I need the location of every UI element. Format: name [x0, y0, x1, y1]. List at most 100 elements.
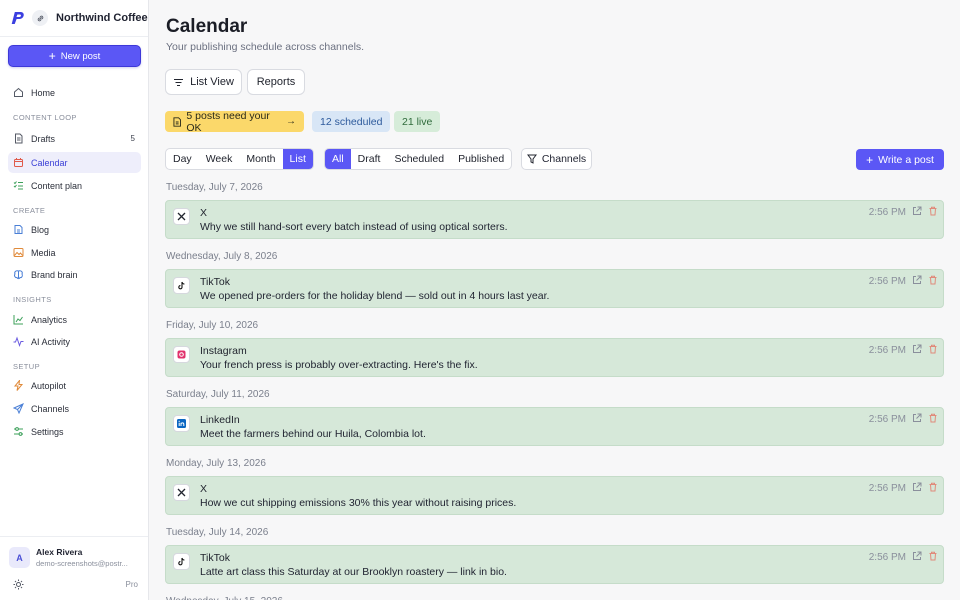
- sidebar-item-label: Home: [31, 87, 56, 98]
- sidebar-item-label: Channels: [31, 403, 70, 414]
- image-icon: [13, 247, 24, 258]
- user-name: Alex Rivera: [36, 547, 83, 557]
- sun-icon[interactable]: [13, 579, 24, 590]
- analytics-icon: [13, 314, 24, 325]
- post-time: 2:56 PM: [868, 414, 906, 425]
- write-post-button[interactable]: + Write a post: [856, 149, 944, 170]
- sidebar-item-home[interactable]: Home: [8, 82, 141, 103]
- post-text: Latte art class this Saturday at our Bro…: [200, 566, 507, 578]
- new-post-button[interactable]: + New post: [8, 45, 141, 67]
- document-icon: [173, 116, 181, 127]
- sidebar-item-channels[interactable]: Channels: [8, 398, 141, 419]
- plan-badge: Pro: [125, 580, 138, 589]
- external-link-icon[interactable]: [912, 275, 922, 285]
- plus-icon: +: [866, 152, 874, 167]
- status-scheduled[interactable]: Scheduled: [387, 149, 451, 169]
- sidebar-item-settings[interactable]: Settings: [8, 421, 141, 442]
- main-content: Calendar Your publishing schedule across…: [150, 0, 960, 600]
- brain-icon: [13, 269, 24, 280]
- sidebar-item-label: Content plan: [31, 180, 83, 191]
- section-content-loop: CONTENT LOOP: [13, 113, 77, 122]
- sidebar-item-brand-brain[interactable]: Brand brain: [8, 264, 141, 285]
- sidebar-item-calendar[interactable]: Calendar: [8, 152, 141, 173]
- channels-filter-button[interactable]: Channels: [521, 148, 592, 170]
- sidebar-item-blog[interactable]: Blog: [8, 219, 141, 240]
- list-view-button[interactable]: List View: [165, 69, 242, 95]
- view-week[interactable]: Week: [199, 149, 240, 169]
- sidebar-item-label: Blog: [31, 224, 50, 235]
- sidebar-item-media[interactable]: Media: [8, 242, 141, 263]
- sidebar: Northwind Coffee Co + New post Home CONT…: [0, 0, 149, 600]
- status-all[interactable]: All: [325, 149, 351, 169]
- view-day[interactable]: Day: [166, 149, 199, 169]
- activity-icon: [13, 336, 24, 347]
- checklist-icon: [13, 180, 24, 191]
- sidebar-item-label: Media: [31, 247, 56, 258]
- day-heading: Wednesday, July 8, 2026: [166, 251, 278, 262]
- post-channel: LinkedIn: [200, 414, 240, 426]
- trash-icon[interactable]: [928, 413, 938, 423]
- day-heading: Wednesday, July 15, 2026: [166, 596, 283, 600]
- lightning-icon: [13, 380, 24, 391]
- external-link-icon[interactable]: [912, 551, 922, 561]
- day-heading: Friday, July 10, 2026: [166, 320, 259, 331]
- post-channel: X: [200, 207, 208, 219]
- external-link-icon[interactable]: [912, 482, 922, 492]
- funnel-icon: [526, 154, 537, 164]
- post-card[interactable]: TikTok Latte art class this Saturday at o…: [165, 545, 944, 584]
- day-heading: Tuesday, July 7, 2026: [166, 182, 263, 193]
- external-link-icon[interactable]: [912, 206, 922, 216]
- post-channel: X: [200, 483, 208, 495]
- sidebar-item-analytics[interactable]: Analytics: [8, 309, 141, 330]
- post-card[interactable]: TikTok We opened pre-orders for the holid…: [165, 269, 944, 308]
- link-icon[interactable]: [32, 10, 48, 26]
- trash-icon[interactable]: [928, 206, 938, 216]
- page-subtitle: Your publishing schedule across channels…: [166, 41, 365, 53]
- trash-icon[interactable]: [928, 344, 938, 354]
- sliders-icon: [13, 426, 24, 437]
- arrow-right-icon: →: [286, 116, 296, 127]
- status-draft[interactable]: Draft: [351, 149, 388, 169]
- list-view-label: List View: [190, 76, 234, 88]
- post-card[interactable]: LinkedIn Meet the farmers behind our Huil…: [165, 407, 944, 446]
- sidebar-item-autopilot[interactable]: Autopilot: [8, 375, 141, 396]
- view-list[interactable]: List: [282, 149, 313, 169]
- post-card[interactable]: X Why we still hand-sort every batch inst…: [165, 200, 944, 239]
- sidebar-item-label: Settings: [31, 426, 64, 437]
- trash-icon[interactable]: [928, 482, 938, 492]
- external-link-icon[interactable]: [912, 413, 922, 423]
- user-menu[interactable]: A Alex Rivera demo-screenshots@postr... …: [0, 536, 148, 600]
- workspace-switcher[interactable]: Northwind Coffee Co: [0, 0, 148, 37]
- post-text: Your french press is probably over-extra…: [200, 359, 478, 371]
- reports-label: Reports: [256, 76, 296, 88]
- sidebar-item-ai-activity[interactable]: AI Activity: [8, 331, 141, 352]
- app-logo-icon: [11, 12, 24, 24]
- trash-icon[interactable]: [928, 551, 938, 561]
- blog-icon: [13, 224, 24, 235]
- document-icon: [13, 133, 24, 144]
- sidebar-item-label: Autopilot: [31, 380, 67, 391]
- approval-alert-text: 5 posts need your OK: [186, 109, 270, 134]
- post-text: Meet the farmers behind our Huila, Colom…: [200, 428, 426, 440]
- section-insights: INSIGHTS: [13, 295, 52, 304]
- tiktok-icon: [173, 553, 190, 570]
- reports-button[interactable]: Reports: [247, 69, 305, 95]
- post-card[interactable]: X How we cut shipping emissions 30% this …: [165, 476, 944, 515]
- post-card[interactable]: Instagram Your french press is probably o…: [165, 338, 944, 377]
- external-link-icon[interactable]: [912, 344, 922, 354]
- approval-alert[interactable]: 5 posts need your OK →: [165, 109, 304, 134]
- post-channel: Instagram: [200, 345, 247, 357]
- trash-icon[interactable]: [928, 275, 938, 285]
- post-channel: TikTok: [200, 552, 230, 564]
- sidebar-item-content-plan[interactable]: Content plan: [8, 175, 141, 196]
- post-time: 2:56 PM: [868, 483, 906, 494]
- scheduled-badge[interactable]: 12 scheduled: [312, 111, 391, 132]
- view-month[interactable]: Month: [239, 149, 282, 169]
- section-create: CREATE: [13, 206, 46, 215]
- sidebar-item-drafts[interactable]: Drafts 5: [8, 128, 141, 149]
- post-time: 2:56 PM: [868, 276, 906, 287]
- live-badge[interactable]: 21 live: [394, 111, 441, 132]
- status-published[interactable]: Published: [451, 149, 511, 169]
- status-filter: All Draft Scheduled Published: [324, 148, 513, 170]
- new-post-label: New post: [60, 50, 101, 62]
